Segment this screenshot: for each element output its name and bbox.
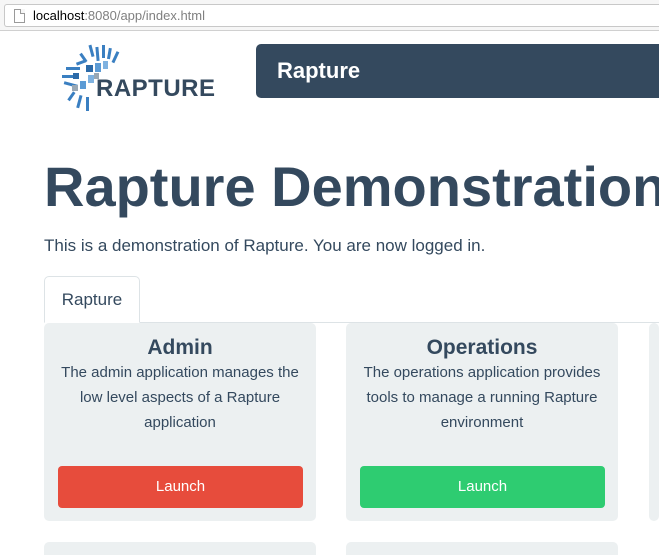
url-text: localhost:8080/app/index.html bbox=[33, 8, 205, 24]
app-card-partial bbox=[44, 542, 316, 555]
url-host: localhost bbox=[33, 8, 85, 23]
app-card-admin: Admin The admin application manages the … bbox=[44, 323, 316, 521]
page-icon bbox=[14, 9, 25, 23]
page-title: Rapture Demonstration bbox=[44, 155, 659, 218]
intro-text: This is a demonstration of Rapture. You … bbox=[44, 236, 486, 255]
tab-rapture[interactable]: Rapture bbox=[44, 276, 140, 323]
app-card-partial-right bbox=[649, 323, 659, 521]
url-field[interactable]: localhost:8080/app/index.html bbox=[4, 4, 659, 27]
launch-admin-button[interactable]: Launch bbox=[58, 466, 303, 508]
browser-address-bar: localhost:8080/app/index.html bbox=[0, 0, 659, 31]
tab-label: Rapture bbox=[61, 290, 123, 309]
card-description: The admin application manages the low le… bbox=[61, 364, 299, 431]
app-card-operations: Operations The operations application pr… bbox=[346, 323, 618, 521]
navbar-brand-link[interactable]: Rapture bbox=[277, 58, 360, 84]
app-card-partial bbox=[346, 542, 618, 555]
launch-operations-button[interactable]: Launch bbox=[360, 466, 605, 508]
card-title: Operations bbox=[426, 336, 538, 359]
card-title: Admin bbox=[147, 336, 213, 359]
url-path: :8080/app/index.html bbox=[84, 8, 206, 23]
logo-wordmark: RAPTURE bbox=[96, 75, 216, 102]
card-description: The operations application provides tool… bbox=[363, 364, 601, 431]
top-navbar: Rapture bbox=[256, 44, 659, 98]
